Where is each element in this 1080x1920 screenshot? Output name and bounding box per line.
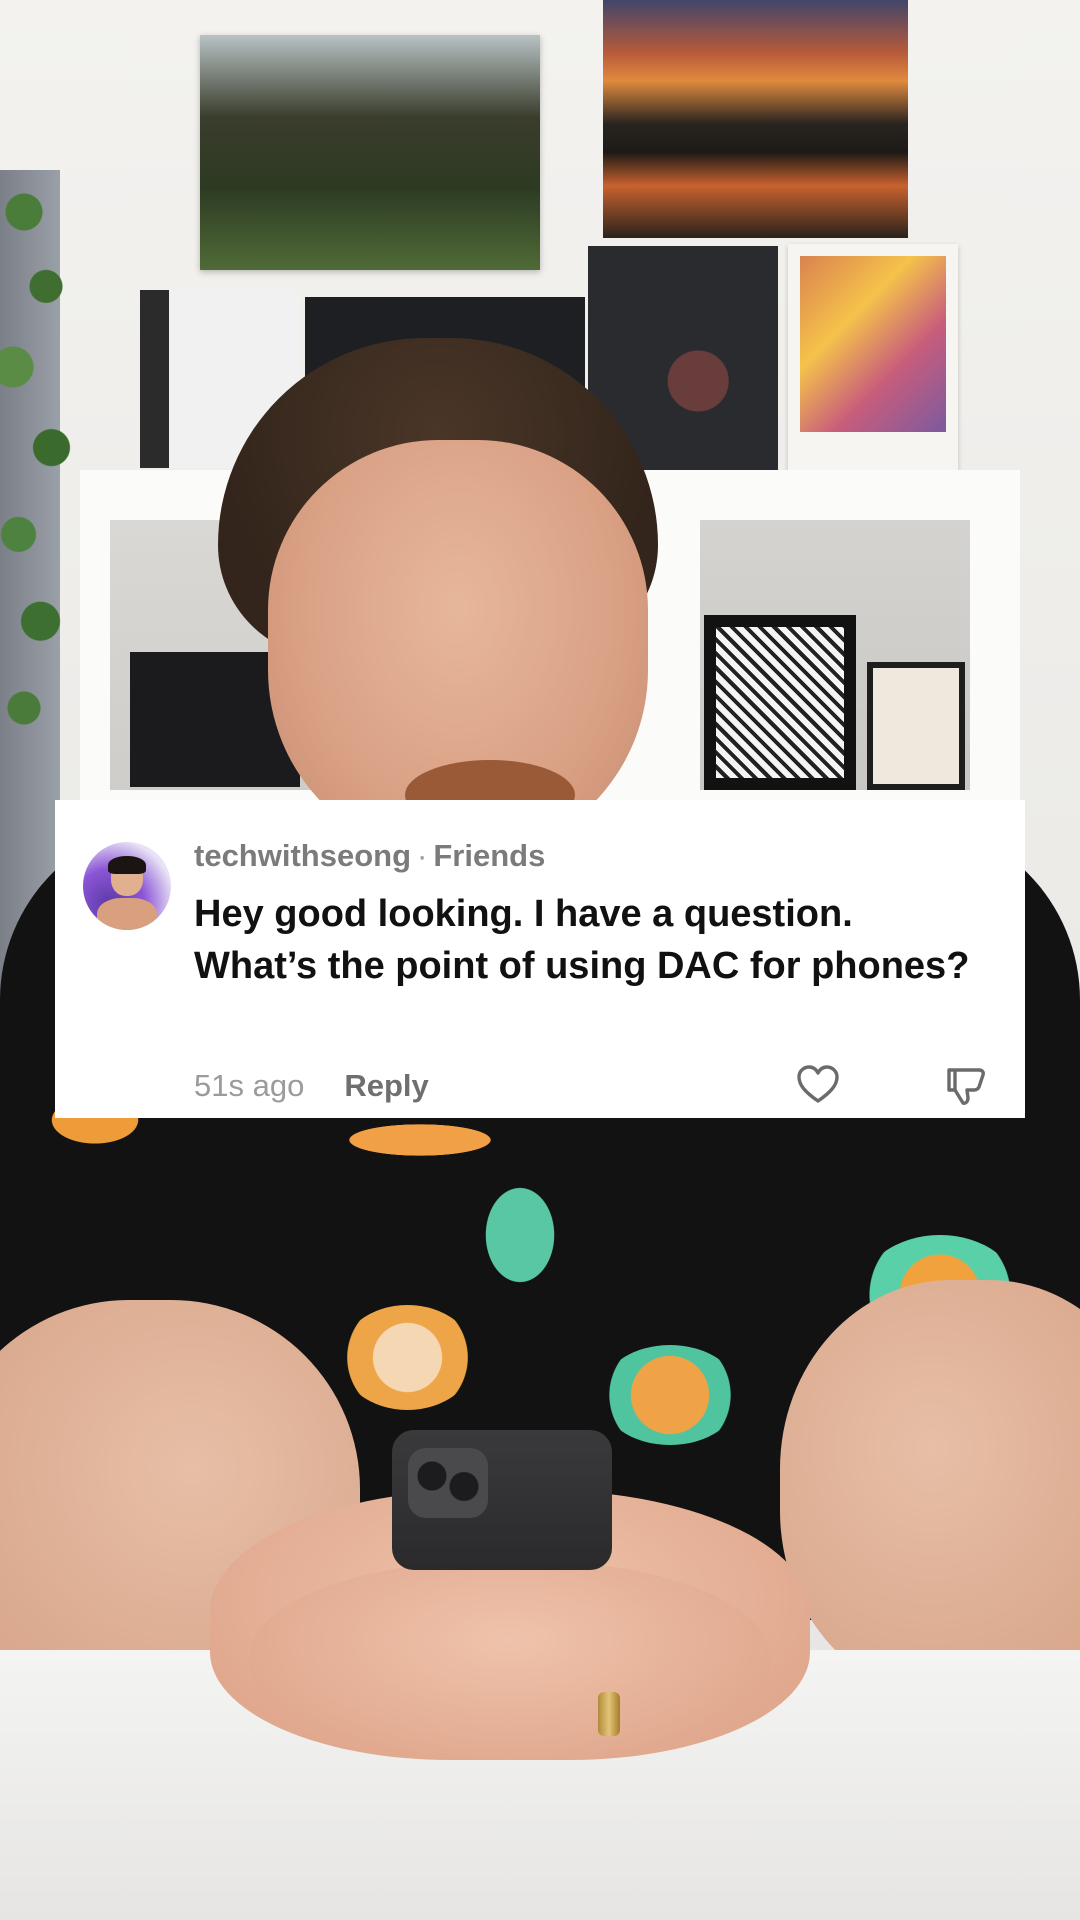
comment-meta: 51s ago Reply bbox=[194, 1068, 429, 1104]
smartphone bbox=[392, 1430, 612, 1570]
avatar[interactable] bbox=[83, 842, 171, 930]
framed-art-small bbox=[867, 662, 965, 790]
plant bbox=[0, 150, 90, 770]
separator: · bbox=[417, 838, 428, 873]
comment-text: Hey good looking. I have a question. Wha… bbox=[194, 893, 970, 987]
comment-card: techwithseong · Friends Hey good looking. … bbox=[55, 800, 1025, 1118]
username[interactable]: techwithseong bbox=[194, 838, 411, 873]
person-arm-right bbox=[780, 1280, 1080, 1700]
avatar-hair bbox=[108, 856, 146, 874]
wall-photo-sunset bbox=[603, 0, 908, 238]
shirt-motif bbox=[340, 1305, 475, 1410]
reply-button[interactable]: Reply bbox=[344, 1068, 428, 1103]
relationship-label: Friends bbox=[433, 838, 546, 873]
wall-photo-trees bbox=[200, 35, 540, 270]
thumbs-down-icon[interactable] bbox=[943, 1062, 989, 1108]
comment-header: techwithseong · Friends bbox=[194, 838, 545, 874]
person-hands-front bbox=[250, 1560, 770, 1760]
shirt-motif bbox=[600, 1345, 740, 1445]
shirt-motif bbox=[480, 1180, 560, 1290]
avatar-body bbox=[97, 898, 157, 930]
heart-icon[interactable] bbox=[795, 1062, 841, 1108]
wedding-ring bbox=[598, 1692, 620, 1736]
framed-art bbox=[704, 615, 856, 790]
timestamp: 51s ago bbox=[194, 1068, 305, 1103]
wall-photo-colorful bbox=[788, 244, 958, 470]
shirt-motif bbox=[330, 1120, 510, 1160]
